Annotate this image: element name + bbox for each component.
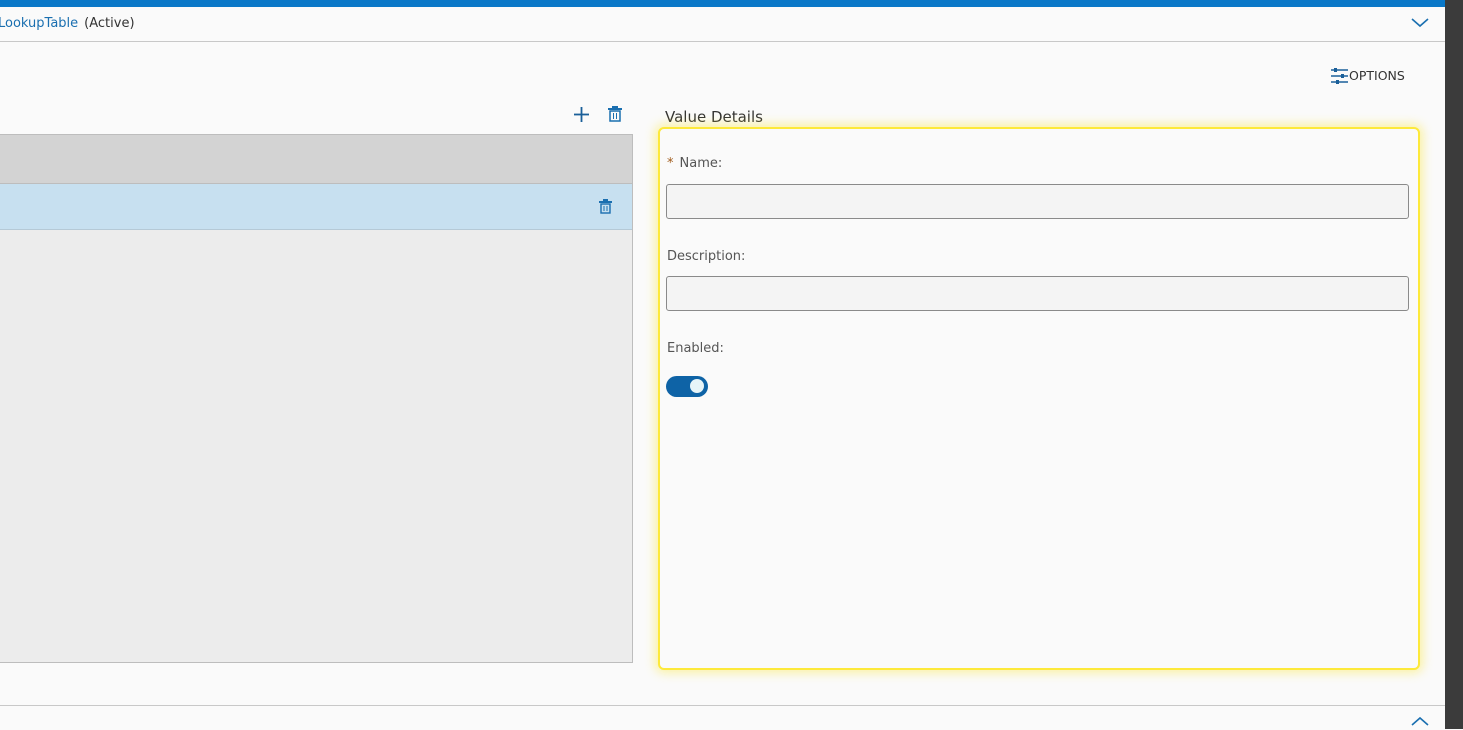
record-title: LookupTable (Active)	[0, 16, 135, 31]
sliders-icon	[1331, 68, 1348, 84]
list-item-selected[interactable]	[0, 184, 632, 230]
trash-icon[interactable]	[608, 106, 622, 122]
name-label: * Name:	[667, 156, 722, 171]
enabled-label: Enabled:	[667, 341, 724, 356]
bottom-section-header	[0, 705, 1445, 730]
values-list	[0, 134, 633, 663]
record-header: LookupTable (Active)	[0, 7, 1445, 42]
value-details-title: Value Details	[665, 108, 763, 126]
options-label: OPTIONS	[1349, 68, 1405, 83]
record-status: (Active)	[84, 16, 135, 31]
background-window-edge	[1445, 0, 1463, 729]
description-label: Description:	[667, 249, 746, 264]
value-details-panel: * Name: Description: Enabled:	[658, 127, 1420, 670]
name-input[interactable]	[666, 184, 1409, 219]
row-trash-icon[interactable]	[599, 199, 612, 214]
plus-icon[interactable]	[573, 106, 590, 123]
record-name: LookupTable	[0, 16, 79, 31]
list-header	[0, 135, 632, 184]
description-input[interactable]	[666, 276, 1409, 311]
options-button[interactable]: OPTIONS	[1330, 67, 1405, 84]
top-accent-bar	[0, 0, 1445, 7]
chevron-up-icon[interactable]	[1411, 716, 1429, 726]
required-marker: *	[667, 156, 674, 171]
enabled-toggle[interactable]	[666, 376, 708, 397]
toggle-knob	[690, 379, 704, 393]
name-label-text: Name:	[679, 156, 723, 171]
chevron-down-icon[interactable]	[1411, 18, 1429, 28]
